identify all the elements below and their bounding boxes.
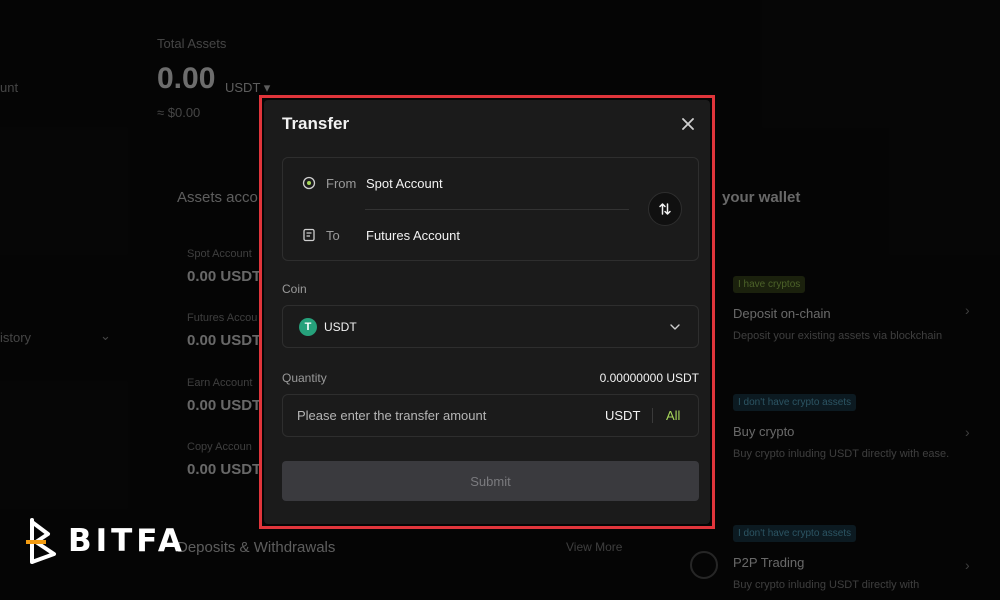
divider bbox=[365, 209, 629, 210]
quantity-label: Quantity bbox=[282, 371, 327, 385]
coin-label: Coin bbox=[282, 282, 307, 296]
account-value: 0.00 USDT bbox=[187, 461, 262, 478]
logo-text: BITFA bbox=[68, 523, 186, 559]
wallet-card-desc: Buy crypto inluding USDT directly with bbox=[733, 579, 920, 591]
account-value: 0.00 USDT bbox=[187, 332, 262, 349]
available-balance: 0.00000000 USDT bbox=[599, 371, 699, 385]
wallet-card-deposit[interactable]: I have cryptos Deposit on-chain Deposit … bbox=[720, 276, 980, 356]
view-more-link[interactable]: View More bbox=[566, 540, 622, 554]
amount-field-wrapper: USDT All bbox=[282, 394, 699, 437]
swap-accounts-button[interactable] bbox=[648, 192, 682, 226]
total-assets-value: 0.00 bbox=[157, 62, 216, 95]
to-label: To bbox=[326, 227, 340, 243]
from-label: From bbox=[326, 175, 357, 191]
from-account-value: Spot Account bbox=[366, 175, 443, 191]
to-account-value: Futures Account bbox=[366, 227, 460, 243]
wallet-card-desc: Deposit your existing assets via blockch… bbox=[733, 330, 943, 342]
chevron-right-icon: › bbox=[965, 302, 970, 318]
wallet-card-title: Deposit on-chain bbox=[733, 306, 831, 321]
divider bbox=[652, 408, 653, 423]
submit-button[interactable]: Submit bbox=[282, 461, 699, 501]
account-value: 0.00 USDT bbox=[187, 397, 262, 414]
p2p-icon bbox=[690, 551, 718, 579]
wallet-card-badge: I don't have crypto assets bbox=[733, 394, 857, 411]
total-assets-label: Total Assets bbox=[157, 36, 227, 51]
wallet-card-buy-crypto[interactable]: I don't have crypto assets Buy crypto Bu… bbox=[720, 394, 980, 484]
document-icon bbox=[303, 228, 315, 242]
wallet-card-badge: I don't have crypto assets bbox=[733, 525, 857, 542]
wallet-card-p2p[interactable]: I don't have crypto assets P2P Trading B… bbox=[720, 525, 980, 600]
chevron-down-icon bbox=[670, 324, 680, 330]
account-label: Spot Account bbox=[187, 248, 252, 260]
wallet-card-title: Buy crypto bbox=[733, 424, 795, 439]
coin-select-value: USDT bbox=[324, 319, 357, 334]
all-amount-button[interactable]: All bbox=[666, 408, 680, 423]
chevron-down-icon: ⌄ bbox=[100, 328, 111, 343]
sidebar-item-partial: unt bbox=[0, 80, 19, 95]
chevron-right-icon: › bbox=[965, 424, 970, 440]
modal-title: Transfer bbox=[282, 114, 350, 133]
radio-origin-icon bbox=[302, 176, 316, 190]
wallet-card-badge: I have cryptos bbox=[733, 276, 806, 293]
account-label: Copy Accoun bbox=[187, 441, 252, 453]
close-icon bbox=[682, 118, 694, 130]
total-assets-unit: USDT ▾ bbox=[225, 80, 271, 95]
chevron-right-icon: › bbox=[965, 557, 970, 573]
to-account-row[interactable]: To Futures Account bbox=[302, 225, 460, 245]
usdt-coin-icon: T bbox=[299, 317, 317, 336]
close-button[interactable] bbox=[678, 114, 698, 134]
wallet-card-desc: Buy crypto inluding USDT directly with e… bbox=[733, 448, 950, 460]
sidebar-item-history: istory bbox=[0, 330, 32, 345]
amount-input[interactable] bbox=[283, 395, 583, 436]
account-value: 0.00 USDT bbox=[187, 268, 262, 285]
deposits-section-title: Deposits & Withdrawals bbox=[177, 539, 336, 556]
wallet-section-title: your wallet bbox=[722, 189, 801, 206]
transfer-modal: Transfer From Spot Account To Futures Ac… bbox=[264, 100, 710, 524]
transfer-accounts-box: From Spot Account To Futures Account bbox=[282, 157, 699, 261]
logo-mark-icon bbox=[26, 518, 56, 564]
swap-arrows-icon bbox=[659, 203, 671, 215]
wallet-card-title: P2P Trading bbox=[733, 555, 805, 570]
amount-unit: USDT bbox=[605, 408, 641, 423]
account-label: Earn Account bbox=[187, 377, 253, 389]
brand-logo: BITFA bbox=[26, 516, 186, 566]
coin-select[interactable]: T USDT bbox=[282, 305, 699, 348]
total-assets-usd: ≈ $0.00 bbox=[157, 105, 201, 120]
account-label: Futures Accou bbox=[187, 312, 258, 324]
assets-section-title: Assets acco bbox=[177, 189, 258, 206]
from-account-row[interactable]: From Spot Account bbox=[302, 173, 443, 193]
